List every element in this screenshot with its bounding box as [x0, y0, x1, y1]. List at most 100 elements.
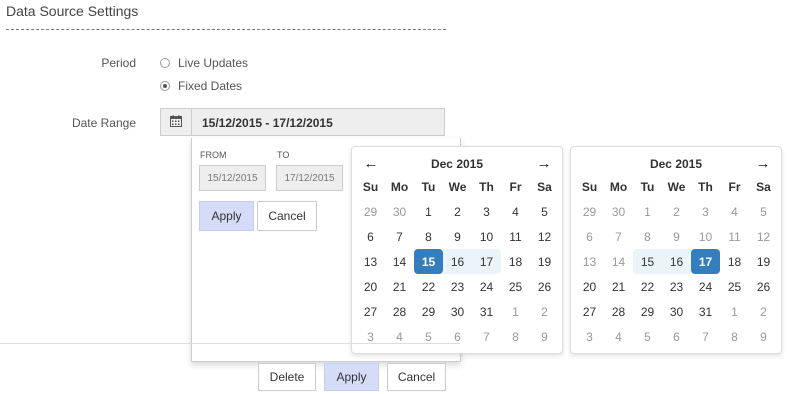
arrow-right-icon[interactable]: →: [754, 155, 772, 173]
calendar-day[interactable]: 29: [633, 299, 662, 324]
calendar-day[interactable]: 25: [501, 274, 530, 299]
calendar-day[interactable]: 9: [443, 224, 472, 249]
calendar-day[interactable]: 30: [604, 199, 633, 224]
calendar-day[interactable]: 16: [662, 249, 691, 274]
calendar-day[interactable]: 3: [575, 324, 604, 349]
calendar-day[interactable]: 18: [501, 249, 530, 274]
calendar-day[interactable]: 23: [662, 274, 691, 299]
calendar-day[interactable]: 2: [662, 199, 691, 224]
calendar-day[interactable]: 14: [604, 249, 633, 274]
radio-fixed-dates[interactable]: Fixed Dates: [160, 79, 242, 93]
calendar-day[interactable]: 30: [662, 299, 691, 324]
calendar-day[interactable]: 5: [530, 199, 559, 224]
calendar-day[interactable]: 15: [633, 249, 662, 274]
picker-apply-button[interactable]: Apply: [199, 201, 254, 231]
calendar-day[interactable]: 17: [472, 249, 501, 274]
calendar-day[interactable]: 5: [749, 199, 778, 224]
calendar-day[interactable]: 6: [662, 324, 691, 349]
calendar-day[interactable]: 16: [443, 249, 472, 274]
calendar-day[interactable]: 9: [749, 324, 778, 349]
calendar-day[interactable]: 24: [472, 274, 501, 299]
calendar-day[interactable]: 2: [749, 299, 778, 324]
calendar-day[interactable]: 1: [414, 199, 443, 224]
to-label: TO: [277, 150, 290, 160]
calendar-day[interactable]: 12: [749, 224, 778, 249]
from-date-input[interactable]: 15/12/2015: [199, 165, 266, 191]
calendar-day[interactable]: 27: [356, 299, 385, 324]
calendar-day[interactable]: 20: [356, 274, 385, 299]
calendar-day[interactable]: 5: [414, 324, 443, 349]
calendar-day[interactable]: 31: [691, 299, 720, 324]
calendar-day[interactable]: 6: [443, 324, 472, 349]
calendar-day[interactable]: 29: [414, 299, 443, 324]
calendar-day[interactable]: 23: [443, 274, 472, 299]
calendar-day[interactable]: 26: [530, 274, 559, 299]
calendar-day[interactable]: 2: [443, 199, 472, 224]
calendar-day[interactable]: 6: [356, 224, 385, 249]
calendar-day[interactable]: 8: [414, 224, 443, 249]
calendar-day[interactable]: 15: [414, 249, 443, 274]
calendar-day[interactable]: 30: [443, 299, 472, 324]
calendar-day[interactable]: 11: [501, 224, 530, 249]
calendar-day[interactable]: 4: [604, 324, 633, 349]
calendar-day[interactable]: 8: [501, 324, 530, 349]
calendar-day[interactable]: 12: [530, 224, 559, 249]
radio-live-updates[interactable]: Live Updates: [160, 56, 248, 70]
calendar-day[interactable]: 8: [633, 224, 662, 249]
delete-button[interactable]: Delete: [258, 363, 316, 391]
calendar-day[interactable]: 1: [720, 299, 749, 324]
radio-button[interactable]: [160, 58, 170, 68]
calendar-day[interactable]: 3: [472, 199, 501, 224]
calendar-day[interactable]: 9: [662, 224, 691, 249]
calendar-day[interactable]: 7: [385, 224, 414, 249]
calendar-day[interactable]: 4: [501, 199, 530, 224]
calendar-day[interactable]: 26: [749, 274, 778, 299]
date-range-input[interactable]: 15/12/2015 - 17/12/2015: [191, 108, 445, 136]
arrow-right-icon[interactable]: →: [535, 155, 553, 173]
calendar-day[interactable]: 13: [575, 249, 604, 274]
calendar-day[interactable]: 10: [472, 224, 501, 249]
calendar-day[interactable]: 21: [604, 274, 633, 299]
calendar-day[interactable]: 9: [530, 324, 559, 349]
calendar-day[interactable]: 19: [530, 249, 559, 274]
calendar-day[interactable]: 3: [356, 324, 385, 349]
calendar-day[interactable]: 24: [691, 274, 720, 299]
calendar-day[interactable]: 13: [356, 249, 385, 274]
picker-cancel-button[interactable]: Cancel: [257, 201, 317, 231]
calendar-day[interactable]: 29: [575, 199, 604, 224]
calendar-day[interactable]: 20: [575, 274, 604, 299]
calendar-day[interactable]: 25: [720, 274, 749, 299]
calendar-day[interactable]: 4: [720, 199, 749, 224]
calendar-day[interactable]: 10: [691, 224, 720, 249]
calendar-day[interactable]: 29: [356, 199, 385, 224]
radio-button[interactable]: [160, 81, 170, 91]
calendar-day[interactable]: 21: [385, 274, 414, 299]
calendar-day[interactable]: 2: [530, 299, 559, 324]
calendar-day[interactable]: 28: [604, 299, 633, 324]
calendar-day[interactable]: 7: [691, 324, 720, 349]
calendar-day[interactable]: 27: [575, 299, 604, 324]
calendar-day[interactable]: 22: [414, 274, 443, 299]
calendar-day[interactable]: 14: [385, 249, 414, 274]
cancel-button[interactable]: Cancel: [387, 363, 446, 391]
calendar-day[interactable]: 18: [720, 249, 749, 274]
calendar-day[interactable]: 6: [575, 224, 604, 249]
calendar-day[interactable]: 1: [501, 299, 530, 324]
apply-button[interactable]: Apply: [324, 363, 379, 391]
calendar-day[interactable]: 31: [472, 299, 501, 324]
calendar-day[interactable]: 11: [720, 224, 749, 249]
calendar-day[interactable]: 1: [633, 199, 662, 224]
calendar-day[interactable]: 17: [691, 249, 720, 274]
to-date-input[interactable]: 17/12/2015: [276, 165, 343, 191]
calendar-day[interactable]: 4: [385, 324, 414, 349]
calendar-day[interactable]: 7: [604, 224, 633, 249]
calendar-day[interactable]: 30: [385, 199, 414, 224]
calendar-day[interactable]: 22: [633, 274, 662, 299]
calendar-day[interactable]: 8: [720, 324, 749, 349]
calendar-day[interactable]: 7: [472, 324, 501, 349]
calendar-addon[interactable]: [160, 108, 191, 136]
calendar-day[interactable]: 28: [385, 299, 414, 324]
calendar-day[interactable]: 5: [633, 324, 662, 349]
calendar-day[interactable]: 3: [691, 199, 720, 224]
calendar-day[interactable]: 19: [749, 249, 778, 274]
